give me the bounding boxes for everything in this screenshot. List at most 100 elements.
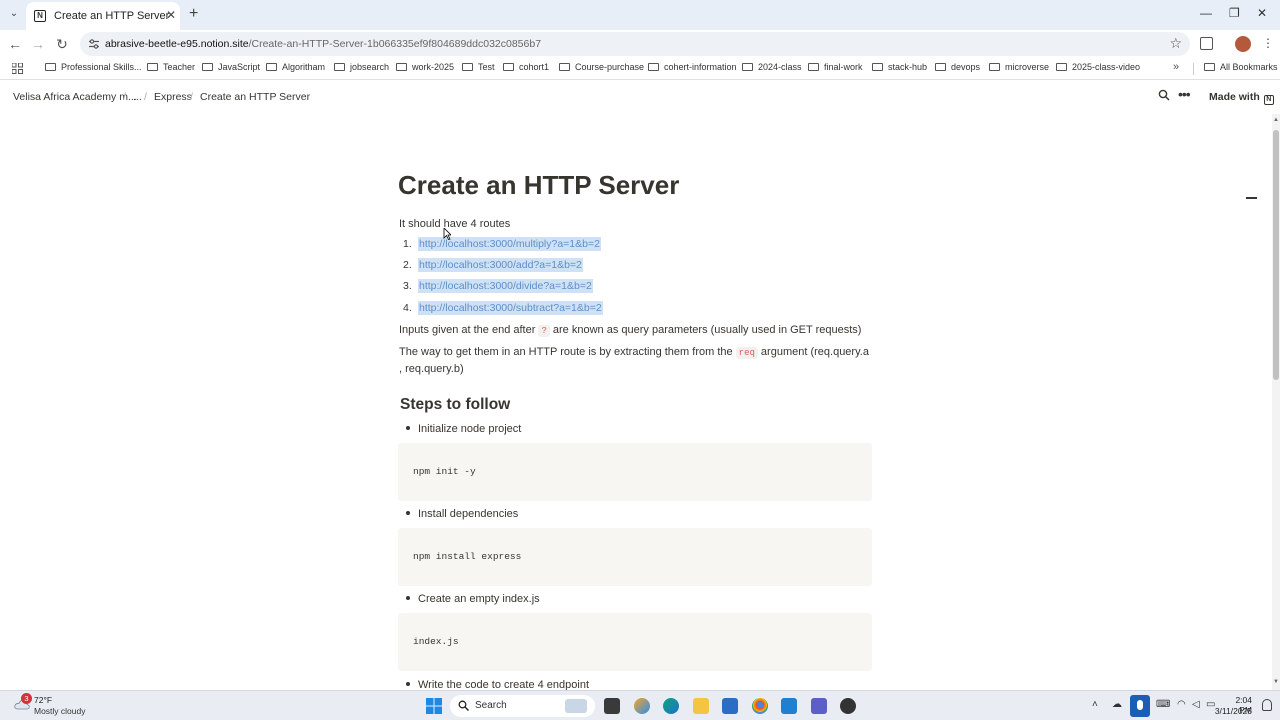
folder-icon <box>396 63 407 71</box>
search-highlight-icon <box>565 699 587 713</box>
breadcrumb-current-page[interactable]: Create an HTTP Server <box>200 91 310 103</box>
bookmark-folder[interactable]: work-2025 <box>396 62 454 72</box>
bookmark-folder[interactable]: JavaScript <box>202 62 260 72</box>
folder-icon <box>45 63 56 71</box>
more-options-icon[interactable]: ••• <box>1178 86 1191 102</box>
tab-close-icon[interactable]: ✕ <box>166 8 176 22</box>
edge-icon[interactable] <box>663 698 679 714</box>
keyboard-icon[interactable]: ⌨ <box>1156 699 1170 710</box>
bookmark-folder[interactable]: cohort1 <box>503 62 549 72</box>
task-view-icon[interactable] <box>604 698 620 714</box>
apps-grid-icon[interactable] <box>12 63 23 74</box>
back-icon[interactable]: ← <box>7 36 23 52</box>
minimize-icon[interactable]: — <box>1200 6 1212 20</box>
forward-icon[interactable]: → <box>30 36 46 52</box>
weather-condition[interactable]: Mostly cloudy <box>34 706 86 716</box>
code-text: index.js <box>413 636 459 647</box>
folder-icon <box>503 63 514 71</box>
bookmark-label: work-2025 <box>412 62 455 72</box>
bookmark-folder[interactable]: Professional Skills... <box>45 62 142 72</box>
clock-date[interactable]: 3/11/2025 <box>1212 706 1252 716</box>
window-close-icon[interactable]: ✕ <box>1257 6 1267 20</box>
vscode-icon[interactable] <box>781 698 797 714</box>
scroll-up-icon[interactable]: ▲ <box>1273 117 1279 123</box>
bookmark-folder[interactable]: microverse <box>989 62 1049 72</box>
bookmark-folder[interactable]: Teacher <box>147 62 195 72</box>
site-info-icon[interactable] <box>88 38 100 50</box>
bookmark-folder[interactable]: jobsearch <box>334 62 389 72</box>
reload-icon[interactable]: ↻ <box>54 36 70 52</box>
scroll-down-icon[interactable]: ▼ <box>1273 679 1279 685</box>
chrome-icon[interactable] <box>752 698 768 714</box>
code-block[interactable]: npm install express <box>398 528 872 586</box>
bookmark-folder[interactable]: 2025-class-video <box>1056 62 1140 72</box>
weather-temperature[interactable]: 72°F <box>34 695 52 705</box>
list-number: 3. <box>403 280 412 292</box>
step-label: Create an empty index.js <box>418 593 540 605</box>
volume-icon[interactable]: ◁ <box>1192 699 1200 710</box>
copilot-icon[interactable] <box>634 698 650 714</box>
bookmarks-bar: Professional Skills... Teacher JavaScrip… <box>0 58 1280 80</box>
bookmark-folder[interactable]: stack-hub <box>872 62 927 72</box>
url-host: abrasive-beetle-e95.notion.site <box>105 38 249 50</box>
microphone-active-icon[interactable] <box>1130 695 1150 717</box>
folder-icon <box>462 63 473 71</box>
url-text: abrasive-beetle-e95.notion.site/Create-a… <box>105 38 541 50</box>
tray-overflow-icon[interactable]: ˄ <box>1092 699 1098 710</box>
bookmark-folder[interactable]: Algoritham <box>266 62 325 72</box>
bookmark-folder[interactable]: 2024-class <box>742 62 802 72</box>
teams-icon[interactable] <box>811 698 827 714</box>
profile-avatar[interactable] <box>1235 36 1251 52</box>
bookmark-folder[interactable]: Course-purchase <box>559 62 644 72</box>
extensions-icon[interactable] <box>1200 37 1213 50</box>
bookmarks-overflow-icon[interactable]: » <box>1173 61 1179 73</box>
search-label: Search <box>475 700 507 711</box>
breadcrumb-workspace[interactable]: Velisa Africa Academy m... <box>13 91 137 103</box>
wifi-icon[interactable]: ◠ <box>1177 699 1186 710</box>
made-with-label: Made with <box>1209 91 1260 103</box>
github-desktop-icon[interactable] <box>840 698 856 714</box>
breadcrumb-express[interactable]: Express <box>154 91 192 103</box>
code-block[interactable]: index.js <box>398 613 872 671</box>
bookmark-folder[interactable]: cohert-information <box>648 62 737 72</box>
bookmark-folder[interactable]: final-work <box>808 62 863 72</box>
scrollbar-thumb[interactable] <box>1273 130 1279 380</box>
bookmark-folder[interactable]: devops <box>935 62 980 72</box>
tab-search-icon[interactable]: ⌄ <box>6 6 22 22</box>
code-block[interactable]: npm init -y <box>398 443 872 501</box>
windows-start-icon[interactable] <box>426 698 442 714</box>
table-of-contents-indicator[interactable] <box>1246 197 1257 199</box>
browser-menu-icon[interactable]: ⋮ <box>1262 36 1274 50</box>
step-item: Initialize node project <box>406 423 521 435</box>
file-explorer-icon[interactable] <box>693 698 709 714</box>
onedrive-icon[interactable]: ☁ <box>1112 699 1122 710</box>
bullet-icon <box>406 426 410 430</box>
taskbar-search[interactable]: Search <box>450 695 595 717</box>
bookmark-label: 2024-class <box>758 62 802 72</box>
browser-tab[interactable]: N Create an HTTP Server ✕ <box>26 2 180 30</box>
text-segment: are known as query parameters (usually u… <box>549 324 862 336</box>
folder-icon <box>559 63 570 71</box>
breadcrumb-ellipsis[interactable]: ... <box>133 91 142 103</box>
route-link[interactable]: http://localhost:3000/divide?a=1&b=2 <box>418 279 593 293</box>
new-tab-icon[interactable]: + <box>189 5 198 23</box>
notification-bell-icon[interactable] <box>1262 699 1272 711</box>
bullet-icon <box>406 511 410 515</box>
bookmark-star-icon[interactable]: ☆ <box>1169 35 1182 52</box>
route-link[interactable]: http://localhost:3000/subtract?a=1&b=2 <box>418 301 603 315</box>
page-title[interactable]: Create an HTTP Server <box>398 170 679 201</box>
bookmark-label: Course-purchase <box>575 62 645 72</box>
search-icon <box>458 700 469 711</box>
bookmark-folder[interactable]: Test <box>462 62 495 72</box>
folder-icon <box>872 63 883 71</box>
url-path: /Create-an-HTTP-Server-1b066335ef9f80468… <box>248 38 542 50</box>
search-icon[interactable] <box>1158 89 1170 101</box>
made-with-notion-button[interactable]: Made with N <box>1209 91 1274 105</box>
restore-icon[interactable]: ❐ <box>1229 6 1240 20</box>
route-link[interactable]: http://localhost:3000/add?a=1&b=2 <box>418 258 583 272</box>
store-icon[interactable] <box>722 698 738 714</box>
tab-title: Create an HTTP Server <box>54 10 170 22</box>
breadcrumb-separator: / <box>123 91 126 103</box>
all-bookmarks-button[interactable]: All Bookmarks <box>1204 62 1278 72</box>
url-bar[interactable]: abrasive-beetle-e95.notion.site/Create-a… <box>80 32 1190 56</box>
